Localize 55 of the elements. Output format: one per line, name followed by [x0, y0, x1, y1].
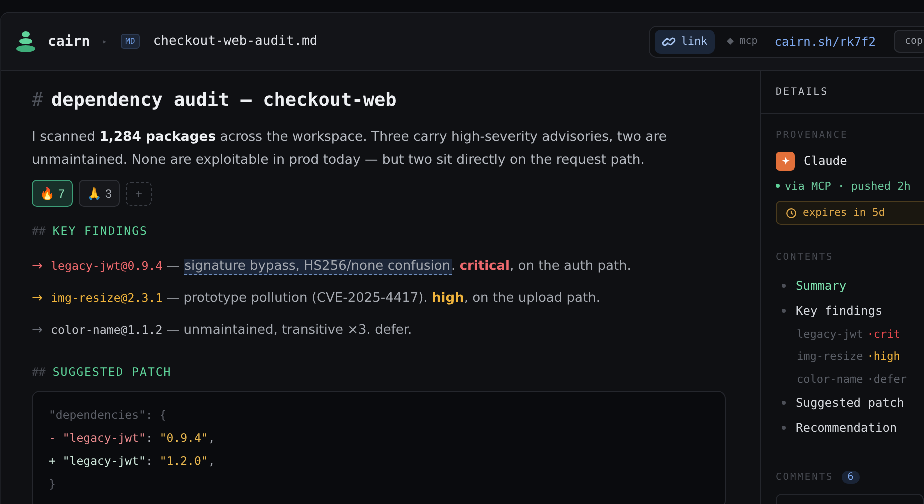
file-name: checkout-web-audit.md — [153, 34, 318, 49]
clock-icon — [786, 208, 797, 218]
document-title: dependency audit — checkout-web — [51, 90, 397, 111]
dash-separator: — — [166, 258, 180, 274]
share-mode-tab[interactable]: link — [655, 30, 715, 54]
sparkle-avatar-icon — [776, 152, 795, 170]
contents-link[interactable]: Suggested patch — [796, 396, 904, 410]
source-info: via MCP · pushed 2h — [785, 180, 911, 192]
section-label: COMMENTS — [776, 472, 834, 482]
dash-separator: — — [166, 322, 180, 338]
comment-count-badge: 6 — [842, 470, 860, 484]
severity-tag: ·crit — [867, 328, 900, 341]
bullet-icon — [782, 401, 786, 405]
arrow-icon: → — [32, 322, 51, 338]
copy-button[interactable]: cop — [894, 30, 924, 53]
contents-link[interactable]: Key findings — [796, 304, 883, 318]
code-line: } — [49, 476, 57, 493]
arrow-icon: → — [32, 258, 51, 274]
reaction-button[interactable]: 🔥 7 — [32, 180, 74, 207]
heading-mark: ## — [32, 224, 46, 240]
severity-tag: ·defer — [867, 372, 907, 386]
package-name: legacy-jwt@0.9.4 — [51, 259, 163, 273]
section-label: PROVENANCE — [776, 130, 850, 141]
section-label: CONTENTS — [776, 252, 835, 263]
contents-link[interactable]: Summary — [796, 278, 847, 292]
code-line: "dependencies": { — [49, 407, 168, 424]
intro-paragraph: I scanned 1,284 packages across the workspace. Three carry high-severity advisories, two are unmaintained. None are exploitable in prod today — but two sit directly on the request path. — [32, 129, 668, 170]
share-url[interactable]: cairn.sh/rk7f2 — [774, 34, 876, 48]
code-line: - "legacy-jwt": "0.9.4", — [49, 430, 216, 447]
package-name: color-name@1.1.2 — [51, 323, 163, 337]
package-name: img-resize@2.3.1 — [51, 291, 163, 305]
dash-separator: — — [166, 290, 180, 306]
share-mode-tab[interactable]: mcp — [720, 31, 765, 52]
finding-description: prototype pollution (CVE-2025-4417). high, on the upload path. — [184, 290, 600, 306]
finding-description: signature bypass, HS256/none confusion. critical, on the auth path. — [184, 258, 632, 274]
file-type-badge: MD — [120, 34, 140, 49]
heading-mark: ## — [32, 365, 46, 381]
finding-description: unmaintained, transitive ×3. defer. — [184, 322, 412, 338]
bullet-icon — [782, 284, 786, 288]
status-dot — [776, 184, 780, 188]
section-heading: KEY FINDINGS — [52, 224, 148, 240]
severity-tag: ·high — [867, 350, 900, 364]
heading-mark: # — [32, 89, 44, 111]
bullet-icon — [782, 308, 786, 312]
expiry-badge: expires in 5d — [776, 201, 924, 225]
author-name: Claude — [804, 154, 848, 168]
arrow-icon: → — [32, 290, 51, 306]
section-heading: SUGGESTED PATCH — [52, 365, 172, 381]
stacked-stones-icon — [16, 30, 36, 52]
code-line: + "legacy-jwt": "1.2.0", — [49, 453, 216, 470]
brand-name: cairn — [48, 34, 90, 50]
panel-title: DETAILS — [761, 71, 924, 114]
reaction-button[interactable]: 🙏 3 — [79, 180, 120, 207]
contents-link[interactable]: Recommendation — [796, 421, 898, 435]
bullet-icon — [782, 426, 786, 430]
